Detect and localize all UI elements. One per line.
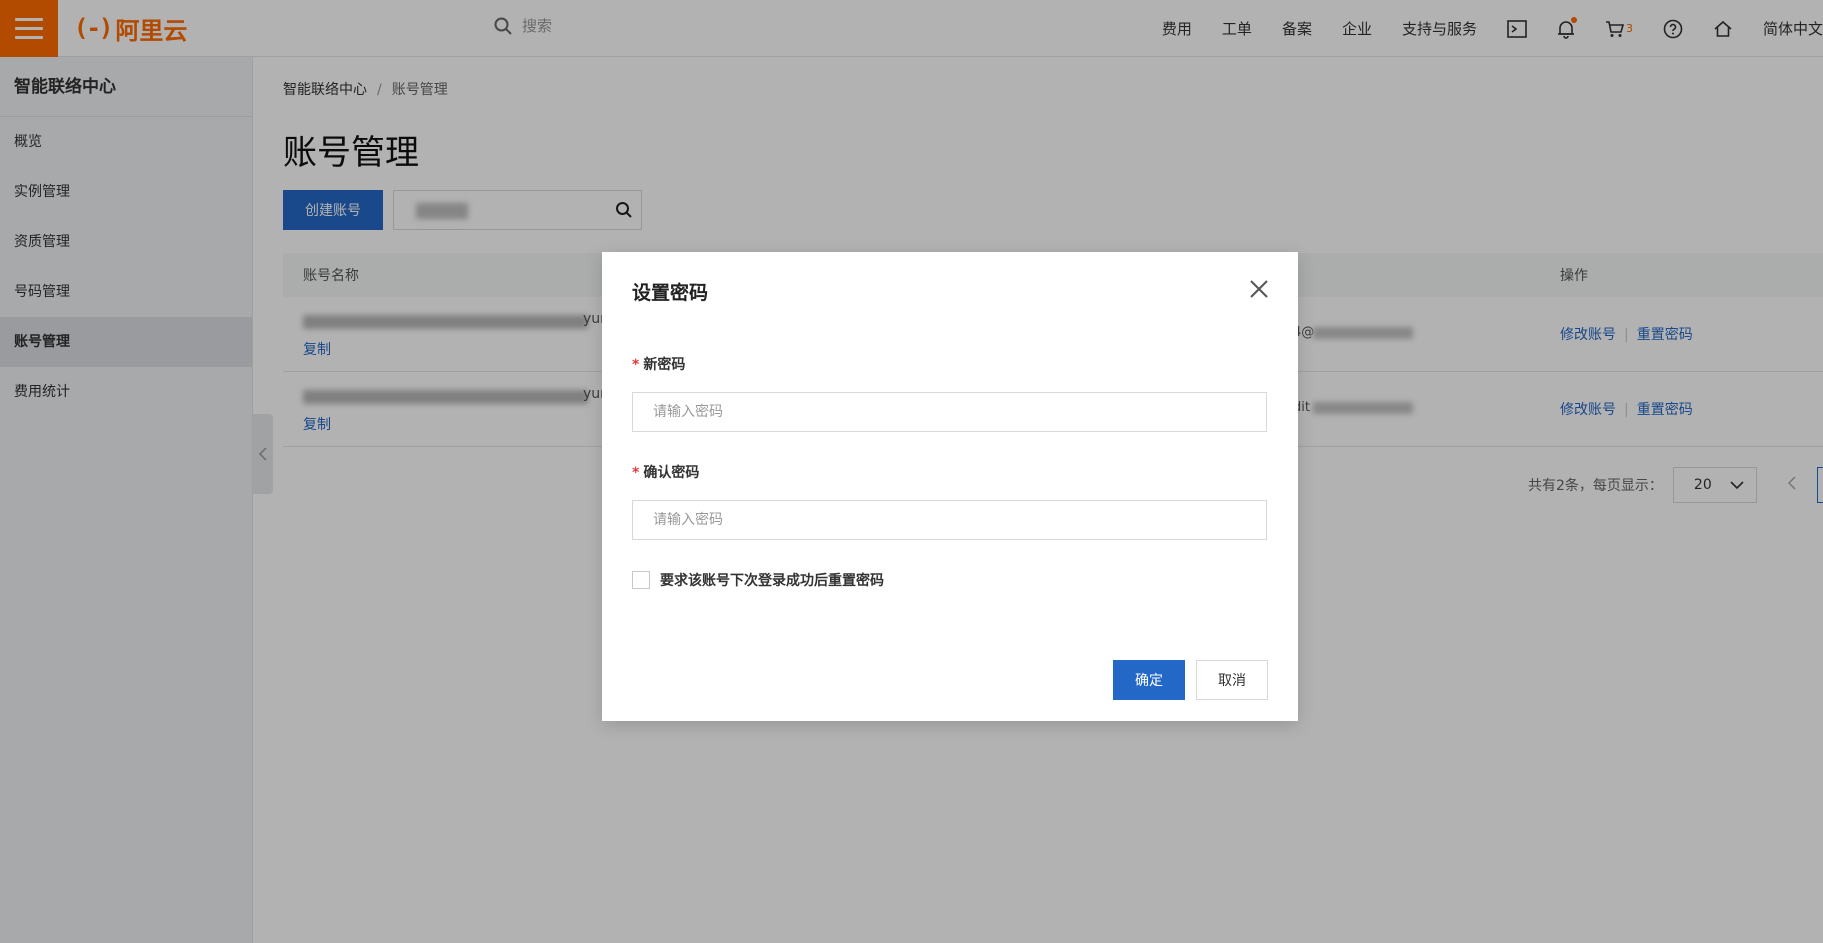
confirm-password-input[interactable] xyxy=(632,500,1267,540)
required-mark: * xyxy=(632,357,640,373)
new-password-input[interactable] xyxy=(632,392,1267,432)
reset-on-next-login-option[interactable]: 要求该账号下次登录成功后重置密码 xyxy=(632,570,884,590)
required-mark: * xyxy=(632,465,640,481)
new-password-label-text: 新密码 xyxy=(643,357,686,373)
cancel-button[interactable]: 取消 xyxy=(1196,660,1268,700)
reset-on-next-login-checkbox[interactable] xyxy=(632,571,650,589)
close-icon[interactable] xyxy=(1248,278,1270,300)
confirm-password-label-text: 确认密码 xyxy=(643,465,700,481)
dialog-title: 设置密码 xyxy=(632,282,709,304)
confirm-password-label: * 确认密码 xyxy=(632,462,699,482)
new-password-label: * 新密码 xyxy=(632,354,685,374)
confirm-button[interactable]: 确定 xyxy=(1113,660,1185,700)
set-password-dialog: 设置密码 * 新密码 * 确认密码 要求该账号下次登录成功后重置密码 确定 取消 xyxy=(602,252,1298,721)
reset-on-next-login-label[interactable]: 要求该账号下次登录成功后重置密码 xyxy=(660,570,884,590)
